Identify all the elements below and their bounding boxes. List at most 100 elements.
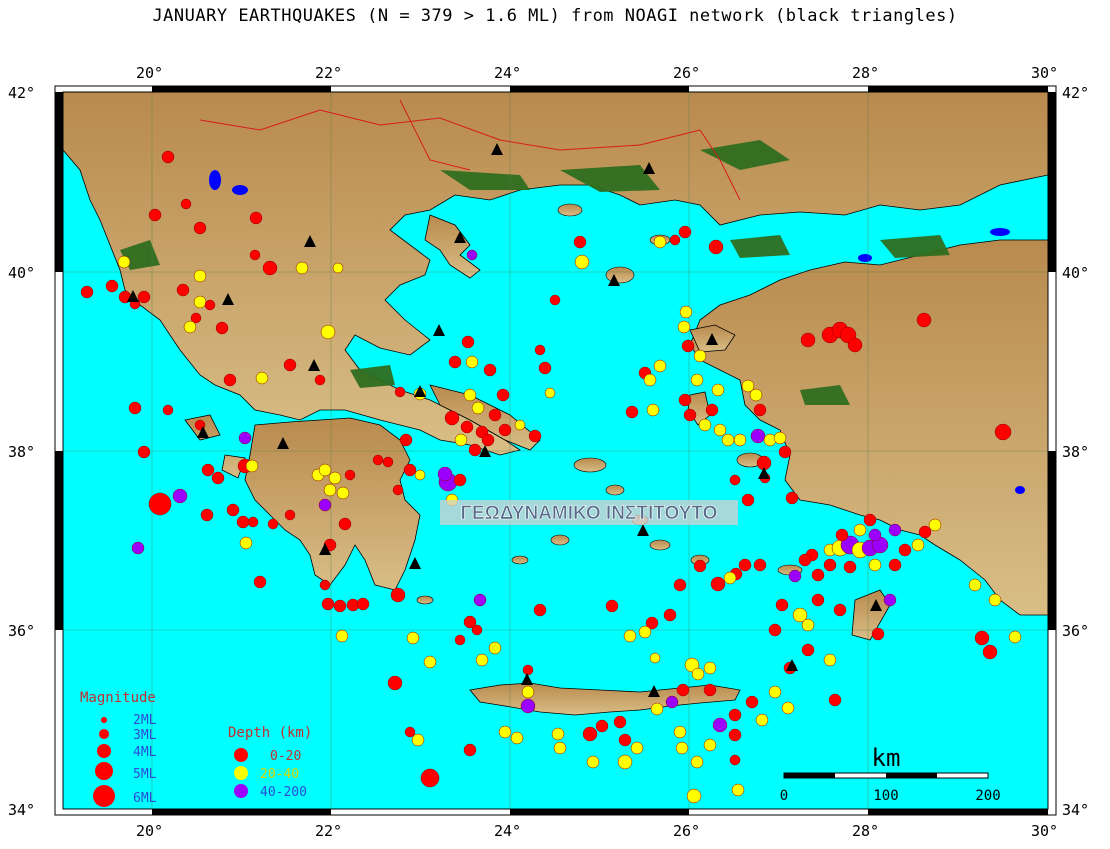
earthquake-marker [392, 484, 404, 496]
earthquake-marker [463, 388, 477, 402]
earthquake-marker [663, 608, 677, 622]
earthquake-marker [533, 603, 547, 617]
earthquake-marker [544, 387, 556, 399]
earthquake-marker [968, 578, 982, 592]
earthquake-marker [801, 643, 815, 657]
lon-label: 26° [673, 822, 700, 840]
earthquake-marker [372, 454, 384, 466]
earthquake-marker [753, 558, 767, 572]
earthquake-marker [283, 358, 297, 372]
magnitude-label: 2ML [133, 713, 157, 728]
earthquake-marker [423, 655, 437, 669]
earthquake-marker [468, 443, 482, 457]
earthquake-marker [788, 569, 802, 583]
earthquake-marker [778, 445, 792, 459]
earthquake-marker [1008, 630, 1022, 644]
earthquake-marker [481, 433, 495, 447]
earthquake-marker [798, 553, 812, 567]
earthquake-marker [465, 355, 479, 369]
earthquake-marker [394, 386, 406, 398]
earthquake-marker [105, 279, 119, 293]
earthquake-marker [811, 568, 825, 582]
earthquake-marker [249, 211, 263, 225]
earthquake-marker [800, 332, 816, 348]
earthquake-marker [215, 321, 229, 335]
earthquake-marker [193, 295, 207, 309]
earthquake-marker [745, 695, 759, 709]
earthquake-marker [705, 403, 719, 417]
earthquake-marker [262, 260, 278, 276]
earthquake-marker [473, 593, 487, 607]
earthquake-marker [775, 598, 789, 612]
earthquake-marker [828, 693, 842, 707]
earthquake-marker [768, 685, 782, 699]
lat-label: 42° [8, 84, 35, 102]
magnitude-symbol [101, 717, 107, 723]
lon-label: 20° [136, 822, 163, 840]
earthquake-marker [728, 728, 742, 742]
earthquake-marker [586, 755, 600, 769]
earthquake-marker [514, 419, 526, 431]
earthquake-marker [318, 498, 332, 512]
earthquake-marker [193, 269, 207, 283]
earthquake-marker [638, 625, 652, 639]
earthquake-marker [466, 249, 478, 261]
earthquake-marker [686, 788, 702, 804]
depth-symbol-shallow [234, 748, 248, 762]
earthquake-marker [406, 631, 420, 645]
earthquake-marker [463, 743, 477, 757]
earthquake-marker [646, 403, 660, 417]
earthquake-marker [863, 513, 877, 527]
longitude-labels-bottom: 20° 22° 24° 26° 28° 30° [136, 822, 1058, 840]
earthquake-marker [605, 599, 619, 613]
earthquake-marker [534, 344, 546, 356]
magnitude-symbol [93, 785, 115, 807]
earthquake-marker [678, 393, 692, 407]
earthquake-marker [871, 627, 885, 641]
magnitude-label: 4ML [133, 745, 157, 760]
earthquake-marker [868, 558, 882, 572]
earthquake-marker [483, 363, 497, 377]
earthquake-marker [461, 335, 475, 349]
earthquake-marker [332, 262, 344, 274]
lat-label: 34° [1062, 801, 1089, 819]
earthquake-marker [551, 727, 565, 741]
earthquake-marker [148, 208, 162, 222]
earthquake-marker [898, 543, 912, 557]
earthquake-marker [460, 420, 474, 434]
lon-label: 30° [1031, 64, 1058, 82]
lat-label: 38° [1062, 443, 1089, 461]
earthquake-marker [729, 474, 741, 486]
earthquake-marker [698, 418, 712, 432]
earthquake-marker [247, 516, 259, 528]
earthquake-marker [284, 509, 296, 521]
earthquake-marker [356, 597, 370, 611]
earthquake-marker [653, 359, 667, 373]
earthquake-marker [454, 433, 468, 447]
seismicity-map: 20° 22° 24° 26° 28° 30° 20° 22° 24° 26° … [8, 64, 1089, 840]
earthquake-marker [750, 428, 766, 444]
earthquake-marker [236, 515, 250, 529]
earthquake-marker [643, 373, 657, 387]
earthquake-marker [193, 221, 207, 235]
earthquake-marker [669, 234, 681, 246]
earthquake-marker [522, 664, 534, 676]
earthquake-marker [731, 783, 745, 797]
depth-label: 40-200 [260, 785, 307, 800]
earthquake-marker [520, 698, 536, 714]
earthquake-marker [148, 492, 172, 516]
magnitude-legend-title: Magnitude [80, 690, 156, 706]
earthquake-marker [625, 405, 639, 419]
earthquake-marker [843, 560, 857, 574]
earthquake-marker [801, 618, 815, 632]
lon-label: 24° [494, 822, 521, 840]
magnitude-symbol [99, 729, 109, 739]
earthquake-marker [128, 401, 142, 415]
earthquake-marker [498, 423, 512, 437]
earthquake-marker [679, 305, 693, 319]
lat-label: 40° [8, 264, 35, 282]
earthquake-marker [319, 579, 331, 591]
watermark-text: ΓΕΩΔΥΝΑΜΙΚΟ ΙΝΣΤΙΤΟΥΤΟ [461, 503, 718, 524]
magnitude-label: 5ML [133, 767, 157, 782]
earthquake-marker [677, 320, 691, 334]
